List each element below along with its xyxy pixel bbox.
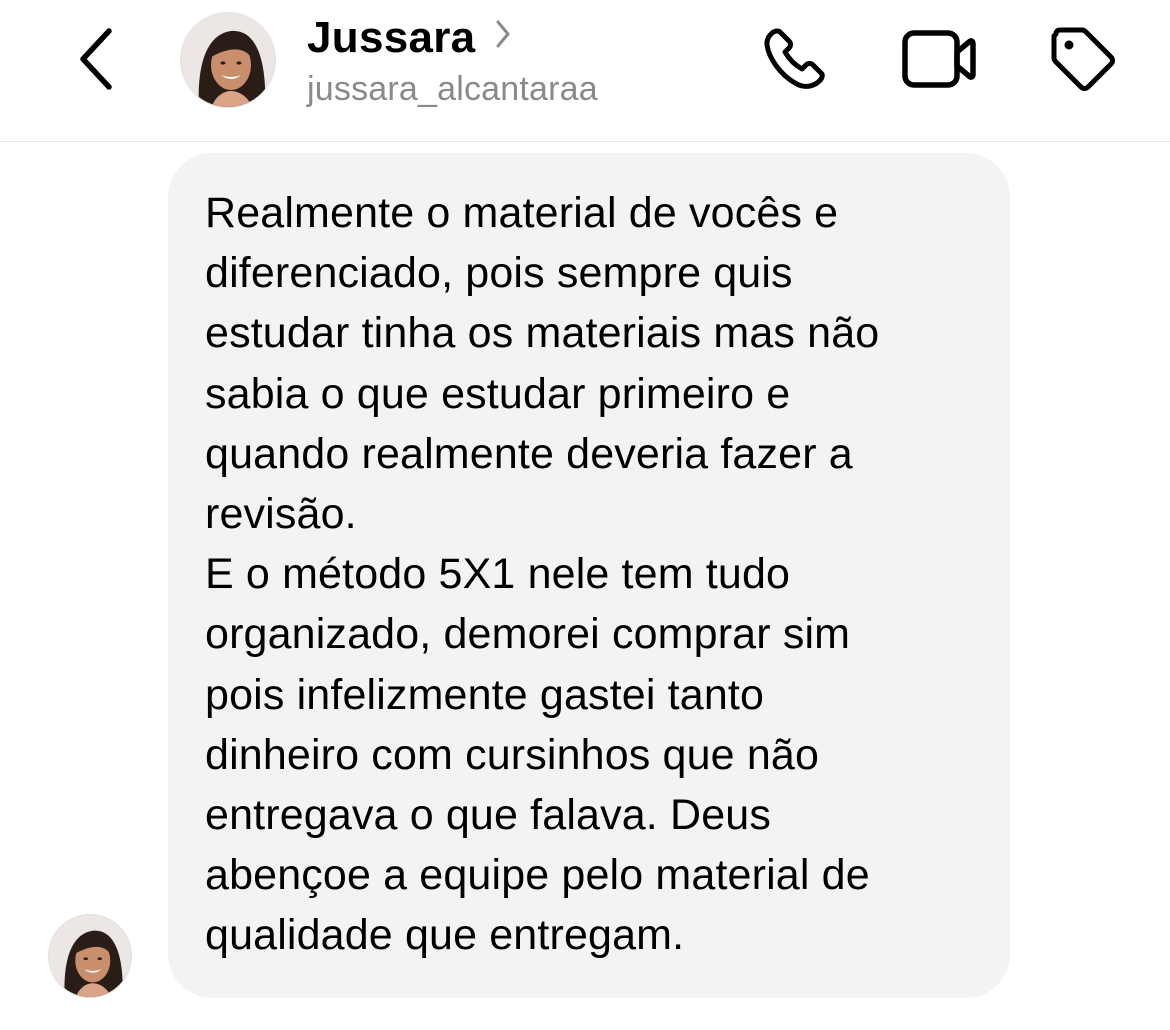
profile-photo <box>181 13 275 107</box>
video-call-button[interactable] <box>898 22 980 96</box>
chat-header: Jussara jussara_alcantaraa <box>0 0 1170 142</box>
contact-name-link[interactable]: Jussara <box>307 10 511 66</box>
message-line: organizado, demorei comprar sim <box>205 610 851 659</box>
audio-call-button[interactable] <box>754 22 836 96</box>
phone-icon <box>764 28 825 89</box>
message-line: E o método 5X1 nele tem tudo <box>205 550 791 599</box>
profile-photo <box>49 915 131 997</box>
contact-name: Jussara <box>307 13 476 62</box>
message-line: qualidade que entregam. <box>205 911 685 960</box>
chevron-left-icon <box>80 28 112 90</box>
tag-icon <box>1051 27 1115 91</box>
contact-username: jussara_alcantaraa <box>307 70 598 108</box>
video-camera-icon <box>902 30 976 88</box>
message-line: pois infelizmente gastei tanto <box>205 670 765 719</box>
message-line: diferenciado, pois sempre quis <box>205 249 793 298</box>
message-line: revisão. <box>205 490 357 539</box>
message-line: dinheiro com cursinhos que não <box>205 730 820 779</box>
sender-avatar[interactable] <box>48 914 132 998</box>
message-line: quando realmente deveria fazer a <box>205 429 853 478</box>
message-line: sabia o que estudar primeiro e <box>205 369 791 418</box>
tag-button[interactable] <box>1042 22 1124 96</box>
back-button[interactable] <box>62 22 132 96</box>
avatar[interactable] <box>180 12 276 108</box>
message-line: entregava o que falava. Deus <box>205 791 771 840</box>
message-line: Realmente o material de vocês e <box>205 189 839 237</box>
message-line: estudar tinha os materiais mas não <box>205 309 880 358</box>
message-thread: Realmente o material de vocês e diferenc… <box>0 142 1170 1030</box>
message-bubble[interactable]: Realmente o material de vocês e diferenc… <box>168 153 1010 998</box>
chevron-right-icon <box>496 20 510 48</box>
message-line: abençoe a equipe pelo material de <box>205 851 870 900</box>
